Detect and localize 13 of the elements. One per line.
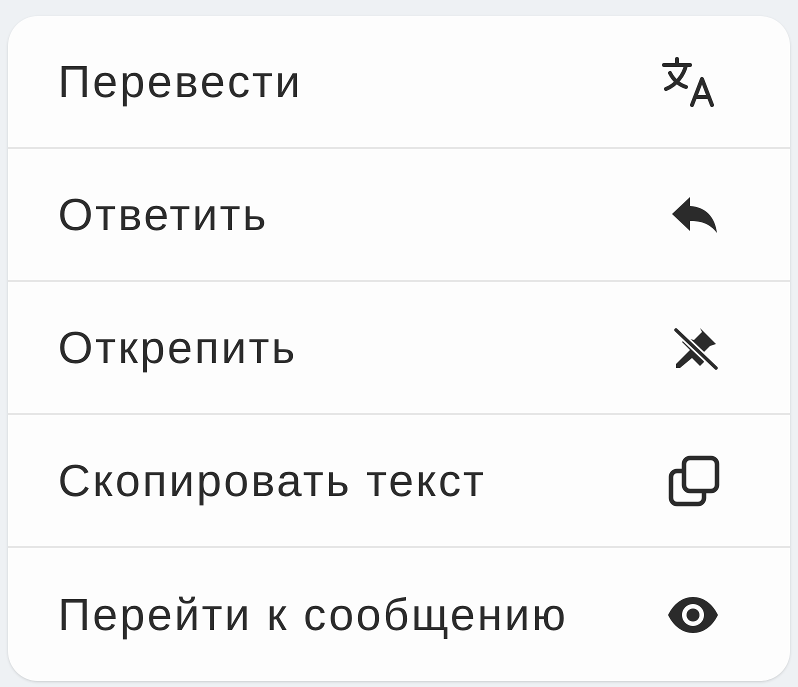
menu-item-label: Перейти к сообщению (58, 588, 568, 642)
menu-item-label: Открепить (58, 320, 298, 375)
menu-item[interactable]: Перевести (8, 16, 790, 149)
eye-icon (666, 594, 720, 634)
reply-icon (670, 194, 720, 234)
menu-item[interactable]: Перейти к сообщению (8, 548, 790, 681)
menu-item[interactable]: Открепить (8, 282, 790, 415)
menu-item[interactable]: Скопировать текст (8, 415, 790, 548)
menu-item-label: Перевести (58, 54, 302, 109)
menu-item[interactable]: Ответить (8, 149, 790, 282)
menu-item-label: Скопировать текст (58, 454, 486, 508)
menu-item-label: Ответить (58, 188, 268, 242)
copy-icon (668, 454, 720, 506)
